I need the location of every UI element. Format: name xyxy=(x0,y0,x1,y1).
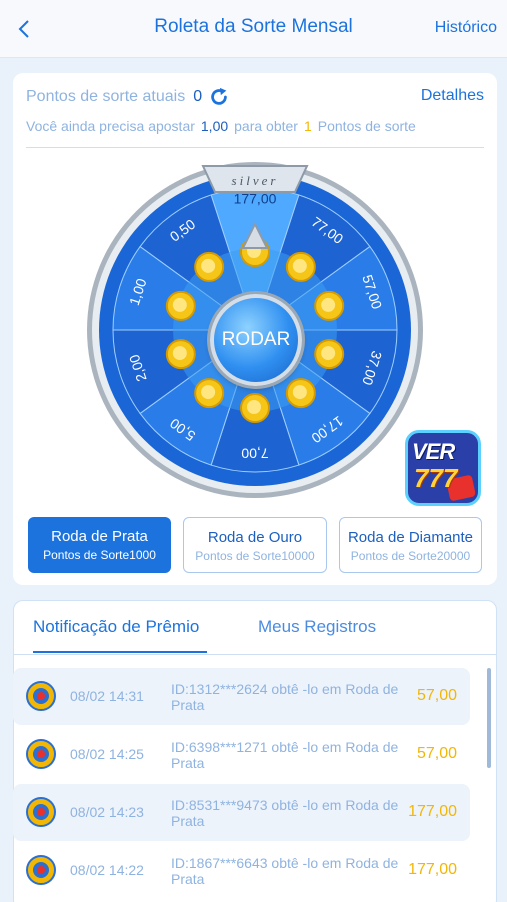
record-description: ID:1867***6643 obtê -lo em Roda de Prata xyxy=(171,855,399,887)
points-value: 0 xyxy=(193,88,203,105)
need-middle: para obter xyxy=(234,118,298,134)
scrollbar[interactable] xyxy=(487,668,491,768)
silver-label: silver xyxy=(232,173,279,188)
record-row: 08/02 14:31 ID:1312***2624 obtê -lo em Ro… xyxy=(13,668,470,725)
coin-highlight xyxy=(321,346,336,361)
tab-subtitle: Pontos de Sorte20000 xyxy=(350,549,471,563)
points-row: Pontos de sorte atuais 0 xyxy=(26,86,230,108)
ver777-logo[interactable]: VER 777 xyxy=(405,430,481,506)
tab-subtitle: Pontos de Sorte1000 xyxy=(43,548,156,562)
record-value: 177,00 xyxy=(408,803,457,820)
need-suffix: Pontos de sorte xyxy=(317,118,416,134)
need-amount: 1,00 xyxy=(200,118,229,134)
tab-title: Roda de Prata xyxy=(51,528,148,545)
tab-subtitle: Pontos de Sorte10000 xyxy=(195,549,315,563)
active-tab-indicator xyxy=(33,651,207,653)
tab-title: Roda de Ouro xyxy=(207,529,303,546)
record-row: 08/02 14:22 ID:1867***6643 obtê -lo em Ro… xyxy=(13,842,470,899)
divider xyxy=(26,147,484,148)
record-time: 08/02 14:22 xyxy=(70,862,144,878)
tab-gold-wheel[interactable]: Roda de Ouro Pontos de Sorte10000 xyxy=(183,517,327,573)
record-value: 57,00 xyxy=(416,687,457,704)
record-time: 08/02 14:25 xyxy=(70,746,144,762)
bet-requirement: Você ainda precisa apostar 1,00 para obter… xyxy=(26,118,416,134)
record-description: ID:6398***1271 obtê -lo em Roda de Prata xyxy=(171,739,399,771)
record-row: 08/02 14:25 ID:6398***1271 obtê -lo em Ro… xyxy=(13,726,470,783)
logo-text-ver: VER xyxy=(412,439,455,464)
need-prefix: Você ainda precisa apostar xyxy=(26,118,195,134)
tab-silver-wheel[interactable]: Roda de Prata Pontos de Sorte1000 xyxy=(28,517,171,573)
record-value: 57,00 xyxy=(416,745,457,762)
record-description: ID:1312***2624 obtê -lo em Roda de Prata xyxy=(171,681,399,713)
coin-highlight xyxy=(292,385,307,400)
tab-diamond-wheel[interactable]: Roda de Diamante Pontos de Sorte20000 xyxy=(339,517,482,573)
record-description: ID:8531***9473 obtê -lo em Roda de Prata xyxy=(171,797,399,829)
coin-highlight xyxy=(247,400,261,414)
medal-icon xyxy=(26,681,56,711)
refresh-icon[interactable] xyxy=(208,86,230,108)
coin-highlight xyxy=(201,385,216,400)
tab-divider xyxy=(14,654,496,655)
record-value: 177,00 xyxy=(408,861,457,878)
history-link[interactable]: Histórico xyxy=(435,19,497,37)
logo-text-777: 777 xyxy=(414,463,458,493)
medal-icon xyxy=(26,855,56,885)
coin-highlight xyxy=(321,297,336,312)
details-link[interactable]: Detalhes xyxy=(421,87,484,105)
top-bar: Roleta da Sorte Mensal Histórico xyxy=(0,0,507,58)
tab-prize-notifications[interactable]: Notificação de Prêmio xyxy=(33,617,199,637)
coin-highlight xyxy=(201,258,216,273)
medal-icon xyxy=(26,739,56,769)
need-points: 1 xyxy=(303,118,312,134)
prize-label: 7,00 xyxy=(241,445,268,461)
medal-icon xyxy=(26,797,56,827)
coin-highlight xyxy=(292,258,307,273)
coin-highlight xyxy=(172,297,187,312)
record-time: 08/02 14:31 xyxy=(70,688,144,704)
prize-label: 177,00 xyxy=(234,191,277,207)
coin-highlight xyxy=(172,346,187,361)
tab-my-records[interactable]: Meus Registros xyxy=(258,617,376,637)
points-label: Pontos de sorte atuais xyxy=(26,88,186,105)
tab-title: Roda de Diamante xyxy=(347,529,474,546)
record-time: 08/02 14:23 xyxy=(70,804,144,820)
record-row: 08/02 14:23 ID:8531***9473 obtê -lo em Ro… xyxy=(13,784,470,841)
spin-button[interactable]: RODAR xyxy=(210,294,302,386)
page-title: Roleta da Sorte Mensal xyxy=(154,16,353,37)
